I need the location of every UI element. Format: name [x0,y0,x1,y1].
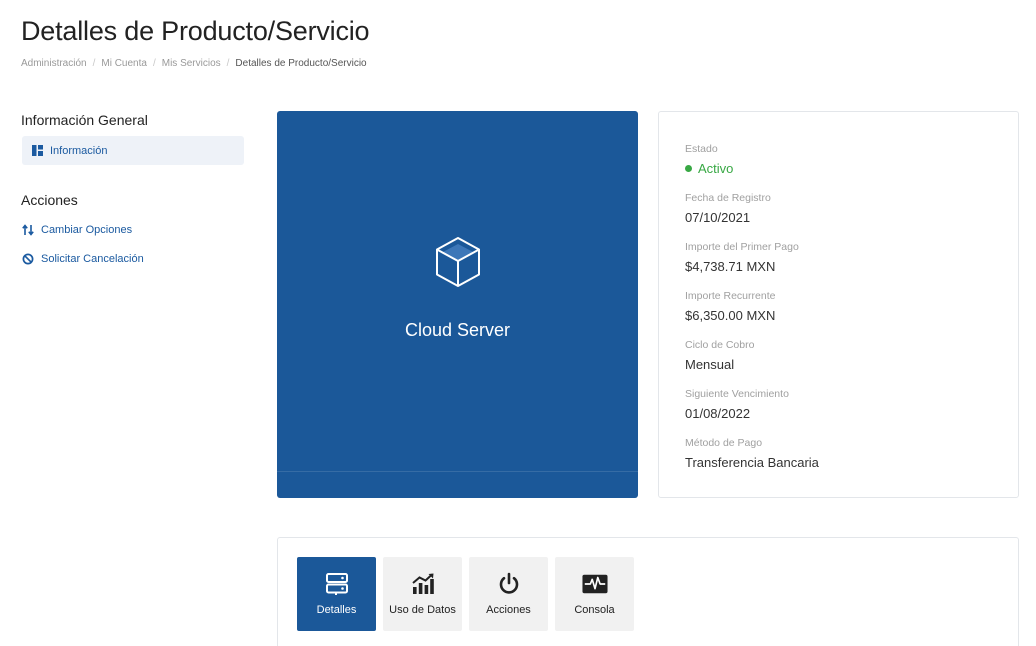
info-item-siguiente-vencimiento: Siguiente Vencimiento 01/08/2022 [685,388,819,437]
card-divider [277,471,638,472]
server-icon [324,571,350,597]
info-value: 07/10/2021 [685,210,751,225]
breadcrumb-item-administracion[interactable]: Administración [21,58,87,69]
tab-consola[interactable]: Consola [555,557,634,631]
service-info-panel: Estado Activo Fecha de Registro 07/10/20… [658,111,1019,498]
tab-label: Uso de Datos [389,604,456,616]
breadcrumb-item-mis-servicios[interactable]: Mis Servicios [162,58,221,69]
status-value: Activo [698,161,734,176]
chart-icon [410,571,436,597]
breadcrumb: Administración / Mi Cuenta / Mis Servici… [21,58,367,69]
tab-acciones[interactable]: Acciones [469,557,548,631]
sidebar-item-label: Cambiar Opciones [41,223,133,236]
dashboard-icon [32,145,43,156]
status-dot-icon [685,165,692,172]
breadcrumb-item-mi-cuenta[interactable]: Mi Cuenta [101,58,147,69]
sidebar: Información General Información Acciones… [21,112,245,280]
ban-icon [22,253,34,265]
info-value: 01/08/2022 [685,406,751,421]
info-item-metodo-pago: Método de Pago Transferencia Bancaria [685,437,819,486]
info-item-primer-pago: Importe del Primer Pago $4,738.71 MXN [685,241,819,290]
info-value: Mensual [685,357,735,372]
product-card: Cloud Server [277,111,638,498]
tab-bar: Detalles Uso de Datos Acciones Consola [297,557,641,631]
info-label: Siguiente Vencimiento [685,388,789,400]
power-icon [496,571,522,597]
service-tabs-panel: Detalles Uso de Datos Acciones Consola [277,537,1019,646]
info-label: Importe del Primer Pago [685,241,799,253]
cube-icon [433,235,483,289]
tab-label: Consola [574,604,615,616]
page: Detalles de Producto/Servicio Administra… [0,0,1036,646]
sidebar-item-label: Solicitar Cancelación [41,252,144,265]
page-title: Detalles de Producto/Servicio [21,16,370,46]
info-item-estado: Estado Activo [685,143,819,192]
arrows-up-down-icon [22,223,34,236]
info-value: $4,738.71 MXN [685,259,776,274]
info-label: Método de Pago [685,437,763,449]
sidebar-heading-general: Información General [21,112,148,128]
status-badge: Activo [685,161,819,176]
sidebar-item-informacion[interactable]: Información [22,136,244,165]
sidebar-item-cambiar-opciones[interactable]: Cambiar Opciones [21,222,245,237]
console-icon [581,571,608,597]
sidebar-item-solicitar-cancelacion[interactable]: Solicitar Cancelación [21,251,245,266]
breadcrumb-separator: / [226,58,230,69]
info-label: Fecha de Registro [685,192,771,204]
info-label: Importe Recurrente [685,290,776,302]
info-label: Ciclo de Cobro [685,339,755,351]
product-name: Cloud Server [404,320,511,340]
info-label: Estado [685,143,718,155]
breadcrumb-item-current: Detalles de Producto/Servicio [235,58,367,69]
tab-detalles[interactable]: Detalles [297,557,376,631]
info-list: Estado Activo Fecha de Registro 07/10/20… [685,143,819,486]
info-value: $6,350.00 MXN [685,308,776,323]
tab-uso-de-datos[interactable]: Uso de Datos [383,557,462,631]
info-item-fecha-registro: Fecha de Registro 07/10/2021 [685,192,819,241]
breadcrumb-separator: / [92,58,96,69]
breadcrumb-separator: / [152,58,156,69]
sidebar-heading-actions: Acciones [21,192,78,208]
info-item-importe-recurrente: Importe Recurrente $6,350.00 MXN [685,290,819,339]
sidebar-item-label: Información [50,144,108,157]
info-item-ciclo-cobro: Ciclo de Cobro Mensual [685,339,819,388]
tab-label: Detalles [316,604,357,616]
tab-label: Acciones [486,604,531,616]
info-value: Transferencia Bancaria [685,455,819,470]
